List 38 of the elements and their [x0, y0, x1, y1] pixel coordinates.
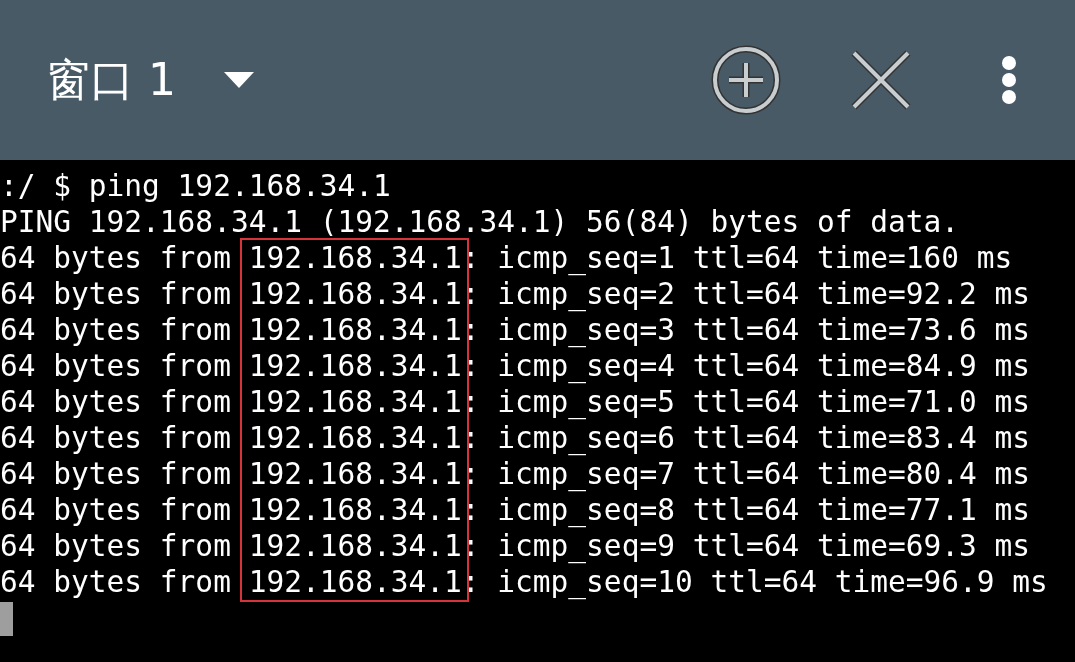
close-icon[interactable] [851, 50, 911, 110]
terminal-text: : icmp_seq=9 ttl=64 time=69.3 ms [461, 528, 1031, 564]
ip-address: 192.168.34.1 [248, 312, 462, 348]
terminal-text: 64 bytes from [0, 348, 231, 384]
ip-address: 192.168.34.1 [248, 492, 462, 528]
ip-address: 192.168.34.1 [248, 528, 462, 564]
ip-address: 192.168.34.1 [248, 456, 462, 492]
dropdown-caret-icon[interactable] [224, 72, 254, 88]
terminal-line: :/ $ ping 192.168.34.1 [0, 168, 391, 204]
terminal-text: 64 bytes from [0, 492, 231, 528]
terminal-text: 64 bytes from [0, 456, 231, 492]
window-title: 窗口 1 [46, 52, 176, 107]
ip-address: 192.168.34.1 [248, 420, 462, 456]
terminal-line: PING 192.168.34.1 (192.168.34.1) 56(84) bytes of data. [0, 204, 960, 240]
terminal-text: 64 bytes from [0, 420, 231, 456]
terminal-text: : icmp_seq=7 ttl=64 time=80.4 ms [461, 456, 1031, 492]
cursor [0, 602, 13, 636]
terminal-text: : icmp_seq=6 ttl=64 time=83.4 ms [461, 420, 1031, 456]
add-circle-icon[interactable] [711, 45, 781, 115]
ip-address: 192.168.34.1 [248, 348, 462, 384]
terminal-text: : icmp_seq=10 ttl=64 time=96.9 ms [461, 564, 1048, 600]
ip-address: 192.168.34.1 [248, 276, 462, 312]
menu-icon[interactable] [1001, 55, 1017, 105]
terminal-text: 64 bytes from [0, 564, 231, 600]
terminal-text: : icmp_seq=8 ttl=64 time=77.1 ms [461, 492, 1031, 528]
terminal-text: 64 bytes from [0, 312, 231, 348]
terminal-text: : icmp_seq=1 ttl=64 time=160 ms [461, 240, 1013, 276]
ip-address: 192.168.34.1 [248, 564, 462, 600]
terminal-text: : icmp_seq=3 ttl=64 time=73.6 ms [461, 312, 1031, 348]
terminal-text: : icmp_seq=5 ttl=64 time=71.0 ms [461, 384, 1031, 420]
terminal-text: 64 bytes from [0, 384, 231, 420]
ip-address: 192.168.34.1 [248, 240, 462, 276]
terminal-text: 64 bytes from [0, 528, 231, 564]
ip-address: 192.168.34.1 [248, 384, 462, 420]
terminal-text: 64 bytes from [0, 276, 231, 312]
terminal-text: 64 bytes from [0, 240, 231, 276]
terminal-text: : icmp_seq=4 ttl=64 time=84.9 ms [461, 348, 1031, 384]
terminal-text: : icmp_seq=2 ttl=64 time=92.2 ms [461, 276, 1031, 312]
